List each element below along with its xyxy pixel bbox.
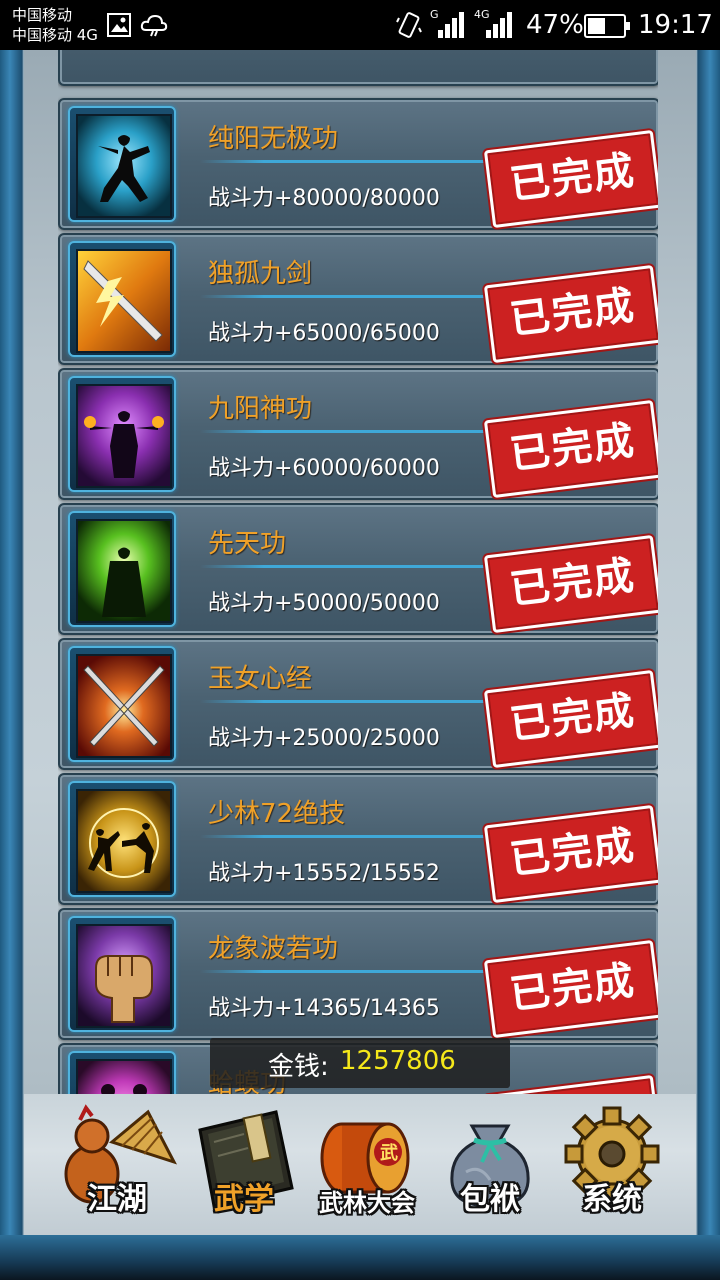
skill-list[interactable]: 纯阳无极功 战斗力+80000/80000 已完成 独孤九剑 战斗力+65000…: [58, 50, 658, 1094]
completed-stamp: 已完成: [483, 939, 658, 1039]
crossed-swords-icon: [76, 654, 172, 758]
skill-icon-frame: [68, 106, 176, 222]
gold-label: 金钱:: [268, 1052, 329, 1082]
completed-stamp: 已完成: [483, 804, 658, 904]
divider: [200, 160, 520, 163]
divider: [200, 835, 520, 838]
nav-jianghu[interactable]: 江湖: [52, 1102, 182, 1232]
skill-icon-frame: [68, 916, 176, 1032]
completed-stamp: 已完成: [483, 399, 658, 499]
fist-icon: [76, 924, 172, 1028]
battery-icon: [584, 14, 630, 42]
skill-row[interactable]: 九阳神功 战斗力+60000/60000 已完成: [58, 368, 658, 500]
nav-label: 包袱: [460, 1182, 520, 1217]
skill-power: 战斗力+65000/65000: [208, 321, 440, 346]
skill-power: 战斗力+25000/25000: [208, 726, 440, 751]
bottom-nav: 江湖 武学 武 武林大会 包袱 系统: [24, 1094, 696, 1235]
skill-name: 先天功: [208, 529, 287, 559]
nav-baofu[interactable]: 包袱: [430, 1102, 550, 1232]
divider: [200, 295, 520, 298]
skill-name: 独孤九剑: [208, 259, 313, 289]
martial-stance-icon: [76, 114, 172, 218]
nav-label: 江湖: [87, 1182, 147, 1217]
nav-wulin-dahui[interactable]: 武 武林大会: [302, 1102, 432, 1232]
skill-power: 战斗力+60000/60000: [208, 456, 440, 481]
signal-icon: G: [430, 6, 470, 44]
divider: [200, 430, 520, 433]
signal-4g-icon: 4G: [474, 6, 518, 44]
kungfu-fighters-icon: [76, 789, 172, 893]
sword-lightning-icon: [76, 249, 172, 353]
skill-row[interactable]: 玉女心经 战斗力+25000/25000 已完成: [58, 638, 658, 770]
skill-icon-frame: [68, 1051, 176, 1094]
skill-power: 战斗力+80000/80000: [208, 186, 440, 211]
gold-value: 1257806: [340, 1046, 456, 1076]
nav-label: 武林大会: [319, 1188, 415, 1217]
skill-power: 战斗力+15552/15552: [208, 861, 440, 886]
skill-name: 少林72绝技: [208, 799, 346, 829]
svg-text:G: G: [430, 8, 439, 21]
completed-stamp: 已完成: [483, 669, 658, 769]
image-notification-icon: [106, 12, 132, 42]
divider: [200, 565, 520, 568]
completed-stamp: 已完成: [483, 534, 658, 634]
carrier-label-2: 中国移动 4G: [12, 26, 98, 44]
nav-xitong[interactable]: 系统: [552, 1102, 672, 1232]
carrier-label: 中国移动: [12, 6, 73, 24]
purple-figures-icon: [76, 1059, 172, 1094]
battery-percent: 47%: [526, 10, 584, 40]
divider: [200, 970, 520, 973]
skill-name: 九阳神功: [208, 394, 313, 424]
gold-display: 金钱: 1257806: [210, 1038, 510, 1088]
svg-text:4G: 4G: [474, 8, 490, 21]
weather-cloud-icon: [140, 12, 168, 42]
skill-row[interactable]: 先天功 战斗力+50000/50000 已完成: [58, 503, 658, 635]
svg-text:武: 武: [380, 1143, 398, 1164]
skill-icon-frame: [68, 376, 176, 492]
nav-label: 武学: [214, 1182, 274, 1217]
completed-stamp: 已完成: [483, 264, 658, 364]
skill-name: 龙象波若功: [208, 934, 339, 964]
clock: 19:17: [638, 10, 713, 40]
frame-bottom-bar: [0, 1235, 720, 1280]
skill-row[interactable]: 独孤九剑 战斗力+65000/65000 已完成: [58, 233, 658, 365]
completed-stamp: 已完成: [483, 129, 658, 229]
skill-icon-frame: [68, 241, 176, 357]
skill-name: 玉女心经: [208, 664, 313, 694]
green-aura-icon: [76, 519, 172, 623]
nav-wuxue[interactable]: 武学: [184, 1102, 304, 1232]
vibrate-icon: [396, 10, 422, 44]
status-bar: 中国移动 中国移动 4G G 4G 47% 19:17: [0, 0, 720, 50]
skill-icon-frame: [68, 781, 176, 897]
skill-icon-frame: [68, 511, 176, 627]
skill-power: 战斗力+50000/50000: [208, 591, 440, 616]
skill-row-partial: [58, 50, 658, 86]
skill-row[interactable]: 龙象波若功 战斗力+14365/14365 已完成: [58, 908, 658, 1040]
nav-label: 系统: [582, 1182, 642, 1217]
divider: [200, 700, 520, 703]
skill-name: 纯阳无极功: [208, 124, 339, 154]
skill-row[interactable]: 少林72绝技 战斗力+15552/15552 已完成: [58, 773, 658, 905]
fire-hands-icon: [76, 384, 172, 488]
skill-icon-frame: [68, 646, 176, 762]
skill-row[interactable]: 纯阳无极功 战斗力+80000/80000 已完成: [58, 98, 658, 230]
skill-power: 战斗力+14365/14365: [208, 996, 440, 1021]
